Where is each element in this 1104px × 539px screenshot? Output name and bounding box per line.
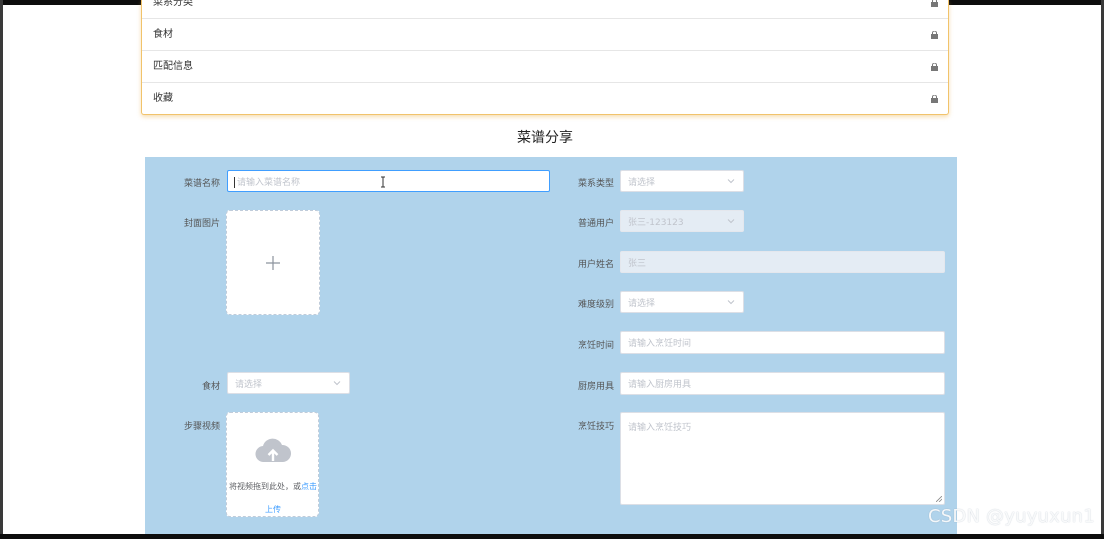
difficulty-label: 难度级别 [577, 300, 614, 310]
kitchen-tools-label: 厨房用具 [577, 382, 614, 392]
cooking-time-label: 烹饪时间 [577, 341, 614, 351]
menu-panel: 菜系分类 食材 匹配信息 收藏 [141, 0, 949, 115]
menu-item-favorites[interactable]: 收藏 [142, 83, 948, 114]
cloud-upload-icon [255, 438, 291, 463]
menu-item-ingredients[interactable]: 食材 [142, 19, 948, 51]
upload-hint-text: 将视频拖到此处，或 [229, 482, 301, 491]
ingredients-label: 食材 [201, 382, 220, 392]
user-name-input: 张三 [620, 251, 945, 273]
section-title: 菜谱分享 [517, 130, 573, 146]
cooking-skill-textarea[interactable]: 请输入烹饪技巧 [620, 412, 945, 505]
chevron-down-icon [333, 381, 341, 386]
cooking-skill-placeholder: 请输入烹饪技巧 [628, 423, 692, 433]
menu-item-label: 匹配信息 [153, 61, 193, 72]
resize-handle-icon[interactable] [936, 496, 942, 502]
plus-icon [266, 255, 280, 270]
cover-image-label: 封面图片 [183, 219, 220, 229]
normal-user-label: 普通用户 [577, 219, 614, 229]
difficulty-placeholder: 请选择 [628, 298, 656, 309]
ingredients-placeholder: 请选择 [235, 379, 263, 390]
normal-user-select: 张三-123123 [620, 210, 744, 232]
step-video-label: 步骤视频 [183, 422, 220, 432]
window-frame-left [0, 0, 3, 539]
text-caret [234, 177, 235, 188]
chevron-down-icon [727, 300, 735, 305]
ingredients-select[interactable]: 请选择 [227, 372, 350, 394]
recipe-name-label: 菜谱名称 [183, 179, 220, 189]
menu-item-label: 收藏 [153, 93, 173, 104]
upload-link[interactable]: 上传 [227, 504, 319, 515]
step-video-uploader[interactable]: 将视频拖到此处，或点击 上传 [226, 412, 319, 517]
cover-image-uploader[interactable] [226, 210, 320, 315]
upload-hint: 将视频拖到此处，或点击 [227, 481, 319, 492]
menu-item-label: 食材 [153, 29, 173, 40]
difficulty-select[interactable]: 请选择 [620, 291, 744, 313]
upload-click-link[interactable]: 点击 [301, 482, 317, 491]
cooking-skill-label: 烹饪技巧 [577, 422, 614, 432]
lock-icon [931, 31, 938, 39]
recipe-name-input[interactable]: 请输入菜谱名称 [227, 170, 550, 192]
menu-item-label: 菜系分类 [153, 0, 193, 8]
user-name-value: 张三 [628, 258, 647, 269]
cuisine-type-select[interactable]: 请选择 [620, 170, 744, 192]
cuisine-type-label: 菜系类型 [577, 179, 614, 189]
recipe-share-form: 菜谱名称 请输入菜谱名称 封面图片 食材 请选择 步骤视频 将视频拖到此处，或点… [145, 157, 957, 539]
chevron-down-icon [727, 179, 735, 184]
normal-user-value: 张三-123123 [628, 217, 684, 228]
lock-icon [931, 63, 938, 71]
cuisine-type-placeholder: 请选择 [628, 177, 656, 188]
window-frame-bottom [0, 534, 1104, 539]
recipe-name-placeholder: 请输入菜谱名称 [237, 177, 301, 188]
ibeam-cursor-icon [381, 176, 385, 188]
menu-item-cuisine-category[interactable]: 菜系分类 [142, 0, 948, 19]
kitchen-tools-input[interactable]: 请输入厨房用具 [620, 372, 945, 395]
lock-icon [931, 0, 938, 7]
chevron-down-icon [727, 219, 735, 224]
cooking-time-placeholder: 请输入烹饪时间 [628, 339, 692, 349]
watermark: CSDN @yuyuxun1 [928, 506, 1095, 527]
menu-item-match-info[interactable]: 匹配信息 [142, 51, 948, 83]
cooking-time-input[interactable]: 请输入烹饪时间 [620, 331, 945, 354]
kitchen-tools-placeholder: 请输入厨房用具 [628, 380, 692, 390]
lock-icon [931, 95, 938, 103]
user-name-label: 用户姓名 [577, 260, 614, 270]
